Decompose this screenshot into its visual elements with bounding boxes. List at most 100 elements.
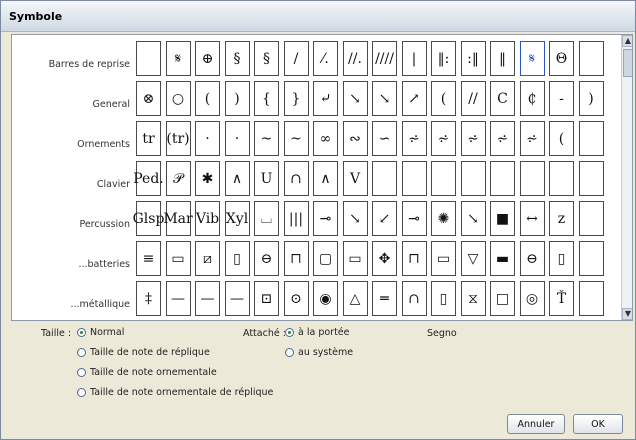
symbol-cell[interactable]: | xyxy=(401,41,427,76)
scroll-up-button[interactable]: ▲ xyxy=(622,35,632,47)
symbol-cell[interactable]: ⩫ xyxy=(401,121,427,156)
symbol-cell[interactable]: § xyxy=(254,41,279,76)
symbol-cell[interactable]: ⊕ xyxy=(195,41,220,76)
symbol-cell[interactable]: ⊓ xyxy=(283,241,309,276)
symbol-cell[interactable]: ↘ xyxy=(342,201,368,236)
size-cue-radio[interactable]: Taille de note de réplique xyxy=(77,347,210,358)
size-grace-radio[interactable]: Taille de note ornementale xyxy=(77,367,217,378)
symbol-cell[interactable]: ‖: xyxy=(431,41,456,76)
symbol-cell[interactable]: ↘ xyxy=(460,201,486,236)
symbol-cell[interactable]: ∧ xyxy=(224,161,250,196)
symbol-cell[interactable]: ∩ xyxy=(401,281,427,316)
symbol-cell[interactable]: ) xyxy=(224,81,250,116)
symbol-cell[interactable]: ⧄ xyxy=(195,241,220,276)
symbol-cell[interactable]: ∽ xyxy=(372,121,397,156)
symbol-cell[interactable]: //. xyxy=(342,41,368,76)
symbol-cell[interactable]: ||| xyxy=(283,201,309,236)
symbol-cell[interactable] xyxy=(401,161,427,196)
symbol-cell[interactable]: ⊙ xyxy=(283,281,309,316)
scroll-down-button[interactable]: ▼ xyxy=(622,308,632,320)
symbol-cell[interactable]: Ped. xyxy=(133,161,164,196)
symbol-cell[interactable] xyxy=(460,161,486,196)
symbol-cell[interactable]: ⊡ xyxy=(254,281,279,316)
symbol-cell[interactable]: ⌴ xyxy=(254,201,279,236)
symbol-cell[interactable]: Xyl xyxy=(224,201,250,236)
symbol-cell[interactable]: V xyxy=(342,161,368,196)
symbol-cell[interactable]: — xyxy=(165,281,191,316)
symbol-cell[interactable]: Vib xyxy=(195,201,220,236)
symbol-cell[interactable]: 𝄋 xyxy=(519,41,545,76)
symbol-cell[interactable]: ⊖ xyxy=(254,241,279,276)
symbol-cell[interactable] xyxy=(372,161,397,196)
symbol-cell[interactable]: ⊸ xyxy=(401,201,427,236)
symbol-cell[interactable]: / xyxy=(283,41,309,76)
symbol-cell[interactable]: ⩫ xyxy=(490,121,515,156)
vertical-scrollbar[interactable]: ▲ ▼ xyxy=(621,35,632,320)
attach-staff-radio[interactable]: à la portée xyxy=(285,327,350,338)
symbol-cell[interactable]: C xyxy=(490,81,515,116)
scroll-thumb[interactable] xyxy=(623,49,632,77)
symbol-cell[interactable]: ↗ xyxy=(401,81,427,116)
symbol-cell[interactable]: U xyxy=(254,161,279,196)
symbol-cell[interactable]: ▢ xyxy=(313,241,338,276)
symbol-cell[interactable]: { xyxy=(254,81,279,116)
symbol-cell[interactable] xyxy=(431,161,456,196)
symbol-cell[interactable]: 𝒫 xyxy=(165,161,191,196)
symbol-cell[interactable]: ⩫ xyxy=(460,121,486,156)
symbol-cell[interactable]: ▭ xyxy=(165,241,191,276)
symbol-cell[interactable]: ○ xyxy=(165,81,191,116)
symbol-cell[interactable]: ⁄. xyxy=(313,41,338,76)
symbol-cell[interactable]: ↘ xyxy=(372,81,397,116)
symbol-cell[interactable] xyxy=(578,121,604,156)
symbol-cell[interactable] xyxy=(578,241,604,276)
symbol-cell[interactable]: z xyxy=(549,201,574,236)
symbol-cell[interactable] xyxy=(578,161,604,196)
cancel-button[interactable]: Annuler xyxy=(507,414,565,434)
symbol-cell[interactable]: 𝄋 xyxy=(165,41,191,76)
symbol-cell[interactable] xyxy=(519,161,545,196)
symbol-cell[interactable]: Mar xyxy=(163,201,193,236)
symbol-cell[interactable]: — xyxy=(224,281,250,316)
symbol-cell[interactable]: ▯ xyxy=(224,241,250,276)
symbol-cell[interactable]: ( xyxy=(549,121,574,156)
symbol-cell[interactable] xyxy=(578,281,604,316)
symbol-cell[interactable]: Ť xyxy=(549,281,574,316)
symbol-cell[interactable]: ▬ xyxy=(490,241,515,276)
symbol-cell[interactable]: :‖ xyxy=(460,41,486,76)
symbol-cell[interactable]: — xyxy=(195,281,220,316)
symbol-cell[interactable]: ⊖ xyxy=(519,241,545,276)
symbol-cell[interactable]: - xyxy=(549,81,574,116)
symbol-cell[interactable]: tr xyxy=(136,121,161,156)
symbol-cell[interactable]: ∞ xyxy=(313,121,338,156)
symbol-cell[interactable]: ≡ xyxy=(136,241,161,276)
symbol-cell[interactable]: ~ xyxy=(254,121,279,156)
symbol-cell[interactable]: ↔ xyxy=(519,201,545,236)
symbol-cell[interactable]: ∾ xyxy=(342,121,368,156)
symbol-cell[interactable]: ₵ xyxy=(519,81,545,116)
symbol-cell[interactable]: □ xyxy=(490,281,515,316)
symbol-cell[interactable]: ▯ xyxy=(431,281,456,316)
symbol-cell[interactable]: ⩫ xyxy=(519,121,545,156)
symbol-cell[interactable]: · xyxy=(224,121,250,156)
symbol-cell[interactable]: ↘ xyxy=(342,81,368,116)
symbol-cell[interactable]: ▭ xyxy=(431,241,456,276)
symbol-cell[interactable]: ▽ xyxy=(460,241,486,276)
symbol-cell[interactable]: ∧ xyxy=(313,161,338,196)
symbol-cell[interactable]: ⊸ xyxy=(313,201,338,236)
symbol-cell[interactable]: △ xyxy=(342,281,368,316)
symbol-cell[interactable]: ═ xyxy=(372,281,397,316)
symbol-cell[interactable]: // xyxy=(460,81,486,116)
symbol-cell[interactable]: ■ xyxy=(490,201,515,236)
symbol-cell[interactable]: ~ xyxy=(283,121,309,156)
symbol-cell[interactable]: § xyxy=(224,41,250,76)
symbol-cell[interactable]: ◉ xyxy=(313,281,338,316)
symbol-cell[interactable]: ⊗ xyxy=(136,81,161,116)
size-normal-radio[interactable]: Normal xyxy=(77,327,124,338)
symbol-cell[interactable]: ✺ xyxy=(431,201,456,236)
symbol-cell[interactable]: ▭ xyxy=(342,241,368,276)
symbol-cell[interactable]: ( xyxy=(431,81,456,116)
symbol-cell[interactable]: ‖ xyxy=(490,41,515,76)
symbol-cell[interactable]: ⧖ xyxy=(460,281,486,316)
symbol-cell[interactable]: ( xyxy=(195,81,220,116)
symbol-cell[interactable]: ✥ xyxy=(372,241,397,276)
